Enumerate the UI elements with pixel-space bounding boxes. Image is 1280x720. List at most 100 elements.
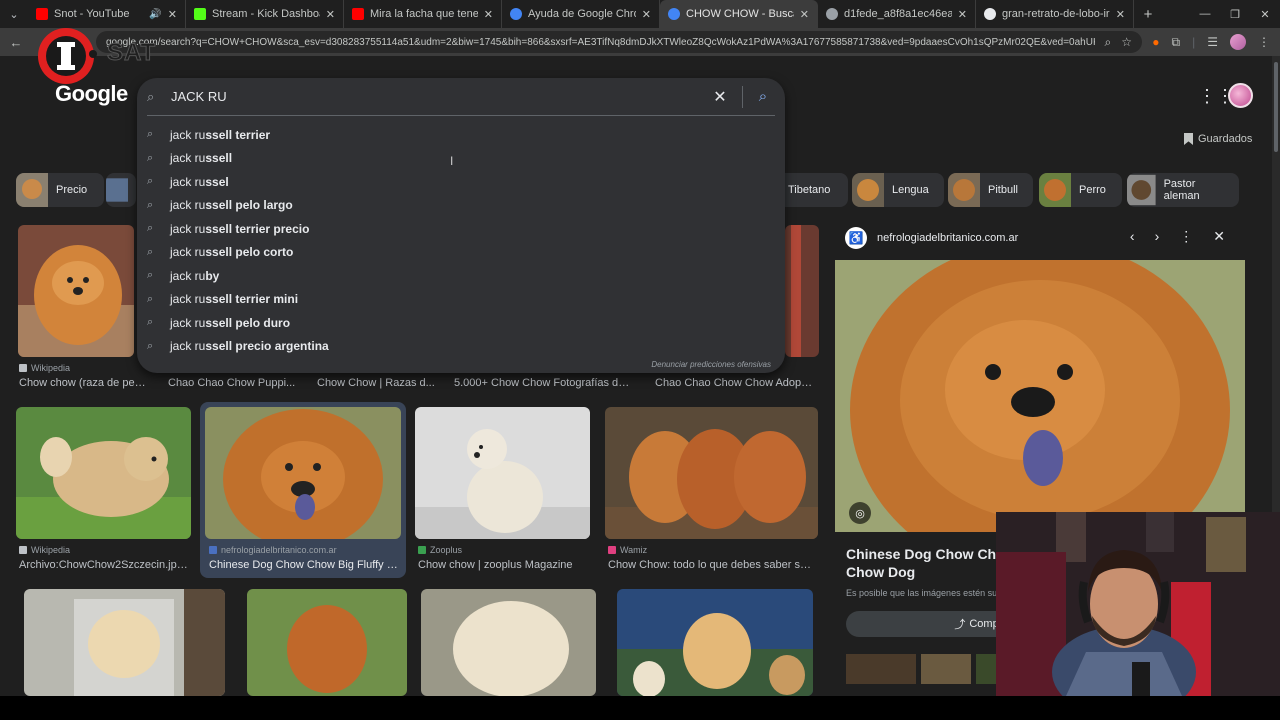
result-title[interactable]: Chow Chow | Razas d...	[317, 377, 437, 389]
bookmark-star-icon[interactable]: ☆	[1121, 35, 1132, 49]
close-tab-icon[interactable]: ✕	[326, 8, 335, 21]
result-title[interactable]: Chow chow | zooplus Magazine	[418, 559, 588, 571]
saved-label: Guardados	[1198, 133, 1253, 145]
suggestion-item[interactable]: ⌕ jack ru ssell pelo duro	[137, 311, 785, 335]
result-image[interactable]	[16, 407, 191, 539]
close-tab-icon[interactable]: ✕	[800, 8, 809, 21]
preview-source[interactable]: ♿ nefrologiadelbritanico.com.ar	[845, 227, 1018, 249]
related-thumbnails[interactable]	[846, 654, 1006, 684]
tab-title: Stream - Kick Dashboard	[212, 8, 320, 20]
result-image[interactable]	[205, 407, 401, 539]
suggestion-item[interactable]: ⌕ jack ru by	[137, 264, 785, 288]
chip-pitbull[interactable]: Pitbull	[948, 173, 1033, 207]
isat-logo	[38, 28, 97, 84]
chevron-left-icon[interactable]: ‹	[1130, 228, 1135, 245]
more-options-icon[interactable]: ⋮	[1179, 228, 1193, 245]
search-submit-icon[interactable]: ⌕	[751, 88, 775, 105]
chip-partial[interactable]	[106, 173, 136, 207]
chip-perro[interactable]: Perro	[1039, 173, 1122, 207]
result-title[interactable]: Archivo:ChowChow2Szczecin.jpg...	[19, 559, 189, 571]
result-image[interactable]	[421, 589, 596, 696]
zoom-icon[interactable]: ⌕	[1105, 35, 1112, 50]
suggestion-list: ⌕ jack ru ssell terrier ⌕ jack ru ssell ⌕ jac…	[137, 123, 785, 358]
zooplus-icon	[418, 546, 426, 554]
new-tab-button[interactable]: +	[1134, 6, 1162, 23]
suggestion-typed: jack ru	[170, 339, 206, 354]
report-predictions-link[interactable]: Denunciar predicciones ofensivas	[651, 360, 771, 369]
account-avatar[interactable]	[1228, 83, 1253, 108]
suggestion-item[interactable]: ⌕ jack ru ssell pelo largo	[137, 194, 785, 218]
speaker-icon[interactable]: 🔊	[149, 9, 161, 20]
result-image[interactable]	[617, 589, 813, 696]
result-image[interactable]	[247, 589, 407, 696]
suggestion-item[interactable]: ⌕ jack ru ssell pelo corto	[137, 241, 785, 265]
result-title[interactable]: Chow chow (raza de perr...	[19, 377, 149, 389]
source-label: nefrologiadelbritanico.com.ar	[221, 545, 337, 555]
search-input[interactable]	[169, 89, 706, 104]
tab-youtube-2[interactable]: Mira la facha que tenes tarado ✕	[344, 0, 502, 28]
close-tab-icon[interactable]: ✕	[168, 8, 177, 21]
suggestion-completion: ssell terrier mini	[205, 292, 299, 307]
tab-search-icon[interactable]: ☰	[1207, 35, 1218, 49]
chevron-right-icon[interactable]: ›	[1155, 228, 1160, 245]
suggestion-item[interactable]: ⌕ jack ru ssell terrier mini	[137, 288, 785, 312]
google-icon	[510, 8, 522, 20]
page-icon	[984, 8, 996, 20]
result-image[interactable]	[415, 407, 590, 539]
result-title[interactable]: Chinese Dog Chow Chow Big Fluffy D...	[209, 559, 399, 571]
suggestion-item[interactable]: ⌕ jack ru ssell terrier precio	[137, 217, 785, 241]
profile-avatar[interactable]	[1230, 34, 1246, 50]
bookmark-icon	[1184, 133, 1193, 145]
result-image[interactable]	[24, 589, 225, 696]
chip-label: Perro	[1079, 184, 1106, 196]
close-tab-icon[interactable]: ✕	[642, 8, 651, 21]
address-bar[interactable]: google.com/search?q=CHOW+CHOW&sca_esv=d3…	[96, 31, 1142, 53]
search-icon: ⌕	[147, 222, 154, 235]
suggestion-item[interactable]: ⌕ jack ru ssell precio argentina	[137, 335, 785, 359]
clear-icon[interactable]: ✕	[706, 87, 734, 107]
tab-chow-chow-search[interactable]: CHOW CHOW - Buscar con Go ✕	[660, 0, 818, 28]
chip-tibetano[interactable]: Tibetano	[776, 173, 848, 207]
close-tab-icon[interactable]: ✕	[484, 8, 493, 21]
tab-kick[interactable]: Stream - Kick Dashboard ✕	[186, 0, 344, 28]
suggestion-item[interactable]: ⌕ jack ru ssell terrier	[137, 123, 785, 147]
tab-search-button[interactable]: ⌄	[0, 0, 28, 28]
extension-icon[interactable]: ●	[1152, 35, 1159, 49]
result-image[interactable]	[785, 225, 819, 357]
tab-youtube[interactable]: Snot - YouTube 🔊 ✕	[28, 0, 186, 28]
menu-icon[interactable]: ⋮	[1258, 35, 1270, 49]
search-bar: ⌕ ✕ ⌕	[147, 78, 775, 116]
tab-wolfhound[interactable]: gran-retrato-de-lobo-irlandés ✕	[976, 0, 1134, 28]
wamiz-icon	[608, 546, 616, 554]
result-title[interactable]: 5.000+ Chow Chow Fotografías de ...	[454, 377, 634, 389]
scrollbar-thumb[interactable]	[1274, 62, 1278, 152]
preview-image[interactable]	[835, 260, 1245, 532]
result-title[interactable]: Chao Chao Chow Chow Adopti...	[655, 377, 815, 389]
suggestion-item[interactable]: ⌕ jack ru ssell	[137, 147, 785, 171]
minimize-icon[interactable]: —	[1190, 0, 1220, 28]
tab-image[interactable]: d1fede_a8f8a1ec46ea4cb78a7 ✕	[818, 0, 976, 28]
suggestion-item[interactable]: ⌕ jack ru ssel	[137, 170, 785, 194]
result-title[interactable]: Chao Chao Chow Puppi...	[168, 377, 298, 389]
suggestion-typed: jack ru	[170, 221, 206, 236]
close-tab-icon[interactable]: ✕	[1116, 8, 1125, 21]
chip-lengua[interactable]: Lengua	[852, 173, 944, 207]
restore-icon[interactable]: ❐	[1220, 0, 1250, 28]
close-tab-icon[interactable]: ✕	[958, 8, 967, 21]
result-image[interactable]	[605, 407, 818, 539]
chip-precio[interactable]: Precio	[16, 173, 104, 207]
back-arrow-icon[interactable]: ←	[2, 28, 30, 56]
tab-strip: ⌄ Snot - YouTube 🔊 ✕ Stream - Kick Dashb…	[0, 0, 1280, 28]
search-icon: ⌕	[147, 245, 154, 258]
puzzle-icon[interactable]: ⧉	[1172, 35, 1181, 50]
tab-chrome-help[interactable]: Ayuda de Google Chrome ✕	[502, 0, 660, 28]
result-image[interactable]	[18, 225, 134, 357]
result-title[interactable]: Chow Chow: todo lo que debes saber sob..…	[608, 559, 813, 571]
suggestion-completion: ssell pelo duro	[205, 315, 291, 330]
saved-link[interactable]: Guardados	[1184, 133, 1252, 145]
google-lens-icon[interactable]: ◎	[849, 502, 871, 524]
chip-pastor-aleman[interactable]: Pastor aleman	[1127, 173, 1239, 207]
close-icon[interactable]: ✕	[1213, 228, 1225, 245]
search-icon: ⌕	[147, 175, 154, 188]
close-window-icon[interactable]: ✕	[1250, 0, 1280, 28]
